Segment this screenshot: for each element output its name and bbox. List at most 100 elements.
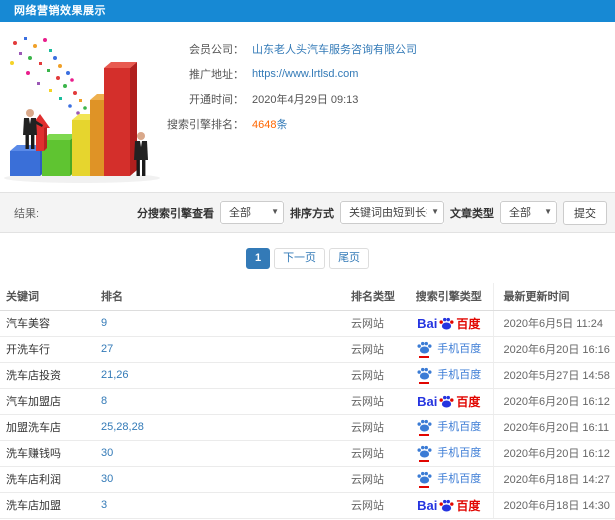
- rank-cell[interactable]: 8: [95, 388, 345, 415]
- mobile-baidu-logo: 手机百度: [416, 366, 481, 384]
- header-engine-type: 搜索引擎类型: [405, 283, 493, 311]
- sort-label: 排序方式: [290, 207, 334, 220]
- keyword-cell: 加盟洗车店: [0, 414, 95, 441]
- page-button-1[interactable]: 1: [245, 248, 271, 269]
- member-info-section: 会员公司： 山东老人头汽车服务咨询有限公司 推广地址： https://www.…: [0, 22, 615, 192]
- rank-type-cell: 云网站: [345, 310, 405, 337]
- rank-cell[interactable]: 30: [95, 440, 345, 467]
- results-label: 结果:: [14, 207, 40, 220]
- info-row-open-time: 开通时间： 2020年4月29日 09:13: [160, 86, 615, 111]
- open-time-value: 2020年4月29日 09:13: [252, 93, 359, 106]
- mobile-baidu-logo: 手机百度: [416, 444, 481, 462]
- keyword-cell: 汽车美容: [0, 310, 95, 337]
- article-type-select[interactable]: 全部: [500, 201, 557, 224]
- info-row-company: 会员公司： 山东老人头汽车服务咨询有限公司: [160, 36, 615, 61]
- sort-select[interactable]: 关键词由短到长排序: [340, 201, 444, 224]
- baidu-logo: Bai 百度: [417, 393, 481, 409]
- rank-type-cell: 云网站: [345, 388, 405, 415]
- engine-cell: 手机百度: [405, 466, 493, 493]
- engine-cell: Bai 百度: [405, 310, 493, 337]
- updated-cell: 2020年6月20日 16:16: [492, 336, 615, 363]
- baidu-paw-icon: [439, 499, 454, 512]
- keyword-cell: 汽车加盟店: [0, 388, 95, 415]
- keyword-cell: 洗车店加盟: [0, 492, 95, 519]
- article-type-select-wrap: 全部 ▼: [500, 201, 557, 224]
- table-row: 汽车加盟店 8 云网站 Bai 百度 2020年6月20日 16:12: [0, 388, 615, 415]
- rank-cell[interactable]: 27: [95, 336, 345, 363]
- table-row: 洗车店利润 30 云网站 手机百度 2020年6月18日 14:27: [0, 466, 615, 493]
- next-page-button[interactable]: 下一页: [274, 248, 326, 269]
- mobile-baidu-paw-icon: [417, 445, 432, 458]
- rank-cell[interactable]: 25,28,28: [95, 414, 345, 441]
- mobile-baidu-paw-icon: [417, 419, 432, 432]
- engine-view-select-wrap: 全部 ▼: [220, 201, 284, 224]
- table-row: 洗车店加盟 3 云网站 Bai 百度 2020年6月18日 14:30: [0, 492, 615, 519]
- updated-cell: 2020年6月20日 16:11: [492, 414, 615, 441]
- filter-controls: 分搜索引擎查看 全部 ▼ 排序方式 关键词由短到长排序 ▼ 文章类型 全部 ▼ …: [137, 200, 607, 225]
- updated-cell: 2020年6月5日 11:24: [492, 310, 615, 337]
- baidu-paw-icon: [439, 317, 454, 330]
- mobile-baidu-paw-icon: [417, 367, 432, 380]
- keyword-cell: 洗车店投资: [0, 362, 95, 389]
- mobile-baidu-logo: 手机百度: [416, 470, 481, 488]
- rank-cell[interactable]: 21,26: [95, 362, 345, 389]
- member-info-list: 会员公司： 山东老人头汽车服务咨询有限公司 推广地址： https://www.…: [160, 22, 615, 136]
- engine-cell: 手机百度: [405, 440, 493, 467]
- rank-count-number: 4648: [252, 118, 277, 131]
- rank-type-cell: 云网站: [345, 336, 405, 363]
- rank-type-cell: 云网站: [345, 362, 405, 389]
- updated-cell: 2020年6月20日 16:12: [492, 440, 615, 467]
- submit-button[interactable]: 提交: [563, 200, 607, 225]
- paw-underline: [419, 382, 430, 384]
- rank-count-value: 4648条: [252, 116, 287, 132]
- company-link[interactable]: 山东老人头汽车服务咨询有限公司: [252, 41, 417, 57]
- pagination: 1 下一页 尾页: [0, 248, 615, 269]
- mobile-baidu-logo: 手机百度: [416, 340, 481, 358]
- rank-cell[interactable]: 9: [95, 310, 345, 337]
- header-rank-type: 排名类型: [345, 283, 405, 311]
- baidu-logo: Bai 百度: [417, 497, 481, 513]
- growth-chart-image: [4, 37, 160, 183]
- keyword-rank-table: 关键词 排名 排名类型 搜索引擎类型 最新更新时间 汽车美容 9 云网站 Bai…: [0, 283, 615, 519]
- rank-type-cell: 云网站: [345, 466, 405, 493]
- page-title: 网络营销效果展示: [14, 5, 106, 17]
- last-page-button[interactable]: 尾页: [329, 248, 370, 269]
- header-updated: 最新更新时间: [492, 283, 615, 311]
- rank-cell[interactable]: 30: [95, 466, 345, 493]
- engine-cell: 手机百度: [405, 362, 493, 389]
- mobile-baidu-paw-icon: [417, 471, 432, 484]
- rank-type-cell: 云网站: [345, 440, 405, 467]
- engine-cell: 手机百度: [405, 414, 493, 441]
- table-row: 汽车美容 9 云网站 Bai 百度 2020年6月5日 11:24: [0, 310, 615, 337]
- info-row-url: 推广地址： https://www.lrtlsd.com: [160, 61, 615, 86]
- engine-view-select[interactable]: 全部: [220, 201, 284, 224]
- updated-cell: 2020年6月18日 14:30: [492, 492, 615, 519]
- updated-cell: 2020年6月20日 16:12: [492, 388, 615, 415]
- confetti-dots: [10, 37, 90, 120]
- engine-cell: 手机百度: [405, 336, 493, 363]
- promo-url-link[interactable]: https://www.lrtlsd.com: [252, 68, 358, 80]
- page-title-bar: 网络营销效果展示: [0, 0, 615, 22]
- rank-type-cell: 云网站: [345, 492, 405, 519]
- paw-underline: [419, 486, 430, 488]
- paw-underline: [419, 434, 430, 436]
- baidu-logo: Bai 百度: [417, 315, 481, 331]
- keyword-cell: 洗车赚钱吗: [0, 440, 95, 467]
- rank-cell[interactable]: 3: [95, 492, 345, 519]
- bar-green: [42, 134, 77, 176]
- engine-cell: Bai 百度: [405, 492, 493, 519]
- updated-cell: 2020年5月27日 14:58: [492, 362, 615, 389]
- header-keyword: 关键词: [0, 283, 95, 311]
- updated-cell: 2020年6月18日 14:27: [492, 466, 615, 493]
- table-header-row: 关键词 排名 排名类型 搜索引擎类型 最新更新时间: [0, 283, 615, 311]
- mobile-baidu-paw-icon: [417, 341, 432, 354]
- bar-red: [104, 62, 137, 176]
- sort-select-wrap: 关键词由短到长排序 ▼: [340, 201, 444, 224]
- table-row: 洗车赚钱吗 30 云网站 手机百度 2020年6月20日 16:12: [0, 440, 615, 467]
- header-rank: 排名: [95, 283, 345, 311]
- article-type-label: 文章类型: [450, 207, 494, 220]
- engine-view-label: 分搜索引擎查看: [137, 207, 214, 220]
- keyword-cell: 洗车店利润: [0, 466, 95, 493]
- engine-cell: Bai 百度: [405, 388, 493, 415]
- paw-underline: [419, 356, 430, 358]
